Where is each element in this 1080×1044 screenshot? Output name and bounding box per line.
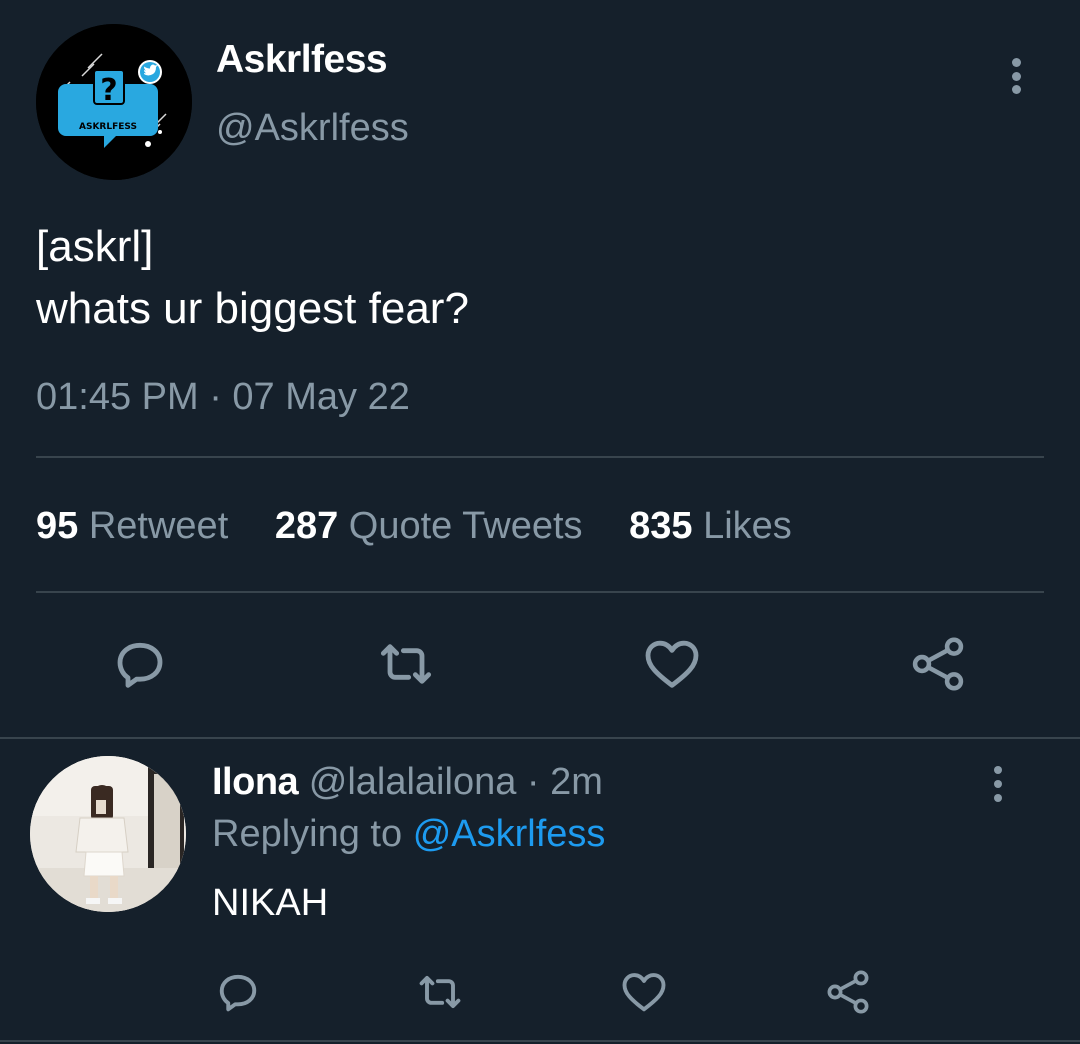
divider bbox=[36, 456, 1044, 458]
tweet-text-line-2: whats ur biggest fear? bbox=[36, 284, 469, 333]
reply-button[interactable] bbox=[108, 632, 172, 696]
author-handle[interactable]: @Askrlfess bbox=[216, 107, 409, 150]
tweet-timestamp[interactable]: 01:45 PM · 07 May 22 bbox=[36, 376, 410, 419]
like-button[interactable] bbox=[640, 632, 704, 696]
reply-icon bbox=[117, 642, 163, 688]
retweet-icon bbox=[419, 975, 461, 1009]
reply-retweet-button[interactable] bbox=[414, 966, 466, 1018]
like-icon bbox=[622, 973, 666, 1012]
reply-more-options-icon[interactable] bbox=[978, 762, 1018, 806]
tweet-text: [askrl] whats ur biggest fear? bbox=[36, 216, 1036, 340]
reply-time[interactable]: 2m bbox=[550, 761, 603, 803]
bottom-divider bbox=[0, 1040, 1080, 1042]
like-stat-label: Likes bbox=[703, 505, 792, 547]
retweet-button[interactable] bbox=[374, 632, 438, 696]
quote-count: 287 bbox=[274, 505, 339, 547]
reply-display-name[interactable]: Ilona bbox=[212, 761, 299, 803]
reply-handle[interactable]: @lalalailona bbox=[309, 761, 517, 803]
replying-prefix: Replying to bbox=[212, 813, 403, 855]
reply-separator: · bbox=[526, 761, 540, 803]
svg-text:?: ? bbox=[100, 73, 117, 108]
retweet-count: 95 bbox=[36, 505, 79, 547]
profile-photo bbox=[30, 756, 186, 912]
reply-header: Ilona @lalalailona · 2m bbox=[212, 761, 603, 804]
retweet-stat[interactable]: 95 Retweet bbox=[36, 505, 228, 548]
share-icon bbox=[827, 970, 869, 1014]
replying-to: Replying to @Askrlfess bbox=[212, 813, 605, 856]
share-button[interactable] bbox=[906, 632, 970, 696]
tweet-text-line-1: [askrl] bbox=[36, 222, 154, 271]
author-display-name[interactable]: Askrlfess bbox=[216, 38, 388, 82]
tweet-stats: 95 Retweet 287 Quote Tweets 835 Likes bbox=[36, 505, 828, 548]
reply-icon bbox=[219, 974, 257, 1012]
reply-like-button[interactable] bbox=[618, 966, 670, 1018]
reply-share-button[interactable] bbox=[822, 966, 874, 1018]
askrlfess-logo: ? ASKRLFESS bbox=[36, 24, 192, 180]
reply-text: NIKAH bbox=[212, 882, 329, 924]
replying-mention-link[interactable]: @Askrlfess bbox=[413, 813, 606, 855]
retweet-stat-label: Retweet bbox=[88, 505, 229, 547]
avatar-label-text: ASKRLFESS bbox=[79, 122, 137, 132]
retweet-icon bbox=[380, 644, 432, 684]
quote-stat[interactable]: 287 Quote Tweets bbox=[275, 505, 583, 548]
like-icon bbox=[645, 640, 699, 688]
quote-stat-label: Quote Tweets bbox=[348, 505, 583, 547]
reply-reply-button[interactable] bbox=[212, 966, 264, 1018]
section-divider bbox=[0, 737, 1080, 739]
reply-author-avatar[interactable] bbox=[30, 756, 186, 912]
share-icon bbox=[912, 637, 964, 691]
author-avatar[interactable]: ? ASKRLFESS bbox=[36, 24, 192, 180]
divider bbox=[36, 591, 1044, 593]
more-options-icon[interactable] bbox=[996, 52, 1036, 100]
like-count: 835 bbox=[629, 505, 693, 547]
like-stat[interactable]: 835 Likes bbox=[629, 505, 792, 548]
